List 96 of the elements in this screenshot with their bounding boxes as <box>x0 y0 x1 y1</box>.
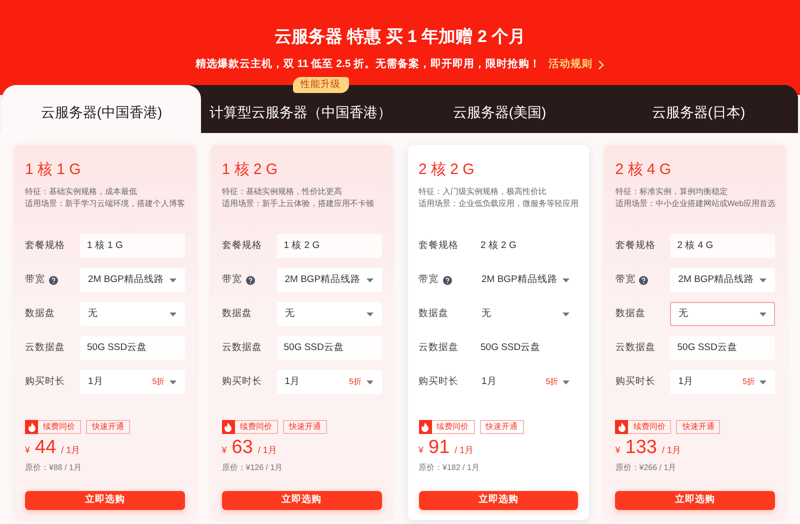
field-label: 数据盘 <box>418 306 448 321</box>
currency-symbol: ¥ <box>418 444 424 457</box>
price: 44 <box>35 436 56 460</box>
price-unit: / 1月 <box>662 444 681 457</box>
caret-icon <box>168 380 177 384</box>
select-field[interactable]: 无 <box>80 302 185 326</box>
caret-icon <box>759 278 767 282</box>
original-price: 原价：¥88 / 1月 <box>25 462 82 474</box>
plan-feature: 特征：标准实例，算例均衡稳定 <box>615 186 728 198</box>
select-field[interactable]: 2M BGP精品线路 <box>80 268 185 292</box>
field-label: 带宽 <box>222 272 242 287</box>
price: 63 <box>232 436 253 460</box>
field-label: 套餐规格 <box>25 238 65 253</box>
price-unit: / 1月 <box>454 444 474 457</box>
caret-icon <box>562 380 570 384</box>
field-label: 云数据盘 <box>25 340 65 355</box>
select-field[interactable]: 1月 5折 <box>80 370 185 394</box>
caret-icon <box>168 312 177 316</box>
select-field[interactable]: 1月 5折 <box>670 370 775 394</box>
buy-button[interactable]: 立即选购 <box>25 491 185 510</box>
value-field: 1 核 2 G <box>276 234 382 258</box>
buy-button[interactable]: 立即选购 <box>222 491 382 510</box>
select-field[interactable]: 无 <box>670 302 775 326</box>
caret-icon <box>366 278 374 282</box>
plan-name: 2 核 2 G <box>418 161 476 179</box>
field-label: 云数据盘 <box>222 340 262 355</box>
buy-button[interactable]: 立即选购 <box>615 491 775 510</box>
field-label: 套餐规格 <box>615 238 656 253</box>
plan-scenario: 适用场景：新手学习云端环境，搭建个人博客 <box>25 198 185 210</box>
buy-button[interactable]: 立即选购 <box>418 491 578 510</box>
field-label: 购买时长 <box>222 374 262 389</box>
plan-scenario: 适用场景：企业低负载应用，微服务等轻应用 <box>418 198 578 210</box>
field-label: 购买时长 <box>418 374 458 389</box>
plan-name: 2 核 4 G <box>615 161 672 179</box>
field-label: 数据盘 <box>25 306 55 321</box>
flame-icon <box>222 420 235 434</box>
plan-scenario: 适用场景：新手上云体验，搭建应用不卡顿 <box>222 198 375 210</box>
feature-tag: 快速开通 <box>480 421 522 433</box>
feature-tag: 快速开通 <box>87 421 129 433</box>
caret-icon <box>562 312 570 316</box>
discount-label: 5折 <box>742 376 755 388</box>
plan-name: 1 核 1 G <box>25 161 82 179</box>
feature-tag: 快速开通 <box>284 421 326 433</box>
original-price: 原价：¥126 / 1月 <box>222 462 284 474</box>
field-label: 带宽 <box>25 272 45 287</box>
field-label: 云数据盘 <box>418 340 458 355</box>
banner-subtitle: 精选爆款云主机，双 11 低至 2.5 折。无需备案，即开即用，限时抢购！ <box>195 57 541 72</box>
feature-tag: 快速开通 <box>677 421 720 433</box>
field-label: 购买时长 <box>25 374 65 389</box>
select-field[interactable]: 1月 5折 <box>276 370 382 394</box>
select-field[interactable]: 无 <box>276 302 382 326</box>
plan-feature: 特征：入门级实例规格，极高性价比 <box>418 186 548 198</box>
banner-title: 云服务器 特惠 买 1 年加赠 2 个月 <box>274 26 526 48</box>
caret-icon <box>168 278 177 282</box>
caret-icon <box>562 278 570 282</box>
discount-label: 5折 <box>349 376 362 388</box>
price: 133 <box>625 436 657 460</box>
tab-badge: 性能升级 <box>292 77 348 94</box>
select-field[interactable]: 2M BGP精品线路 <box>670 268 775 292</box>
caret-icon <box>366 312 374 316</box>
field-label: 带宽 <box>615 272 636 287</box>
value-field: 1 核 1 G <box>80 234 185 258</box>
plan-name: 1 核 2 G <box>222 161 279 179</box>
field-label: 套餐规格 <box>418 238 458 253</box>
discount-label: 5折 <box>546 376 558 388</box>
flame-icon <box>25 420 38 434</box>
value-field: 50G SSD云盘 <box>670 336 775 360</box>
caret-icon <box>759 380 767 384</box>
plan-feature: 特征：基础实例规格，性价比更高 <box>222 186 343 198</box>
chevron-right-icon <box>596 60 605 70</box>
flame-icon <box>615 420 628 434</box>
currency-symbol: ¥ <box>615 444 620 457</box>
field-label: 数据盘 <box>615 306 646 321</box>
plan-scenario: 适用场景：中小企业搭建网站或Web应用首选 <box>615 198 775 210</box>
value-field: 2 核 4 G <box>670 234 775 258</box>
price-unit: / 1月 <box>258 444 277 457</box>
field-label: 数据盘 <box>222 306 252 321</box>
original-price: 原价：¥182 / 1月 <box>418 462 480 474</box>
value-field: 50G SSD云盘 <box>80 336 185 360</box>
currency-symbol: ¥ <box>222 444 227 457</box>
caret-icon <box>759 312 767 316</box>
tab[interactable]: 云服务器(中国香港) <box>2 85 201 133</box>
field-label: 购买时长 <box>615 374 656 389</box>
plan-feature: 特征：基础实例规格，成本最低 <box>25 186 138 198</box>
field-label: 套餐规格 <box>222 238 262 253</box>
currency-symbol: ¥ <box>25 444 30 457</box>
value-field: 50G SSD云盘 <box>276 336 382 360</box>
price-unit: / 1月 <box>61 444 80 457</box>
price: 91 <box>428 436 450 460</box>
field-label: 带宽 <box>418 272 438 287</box>
flame-icon <box>418 420 432 434</box>
discount-label: 5折 <box>152 376 165 388</box>
select-field[interactable]: 2M BGP精品线路 <box>276 268 382 292</box>
field-label: 云数据盘 <box>615 340 656 355</box>
caret-icon <box>366 380 374 384</box>
original-price: 原价：¥266 / 1月 <box>615 462 678 474</box>
